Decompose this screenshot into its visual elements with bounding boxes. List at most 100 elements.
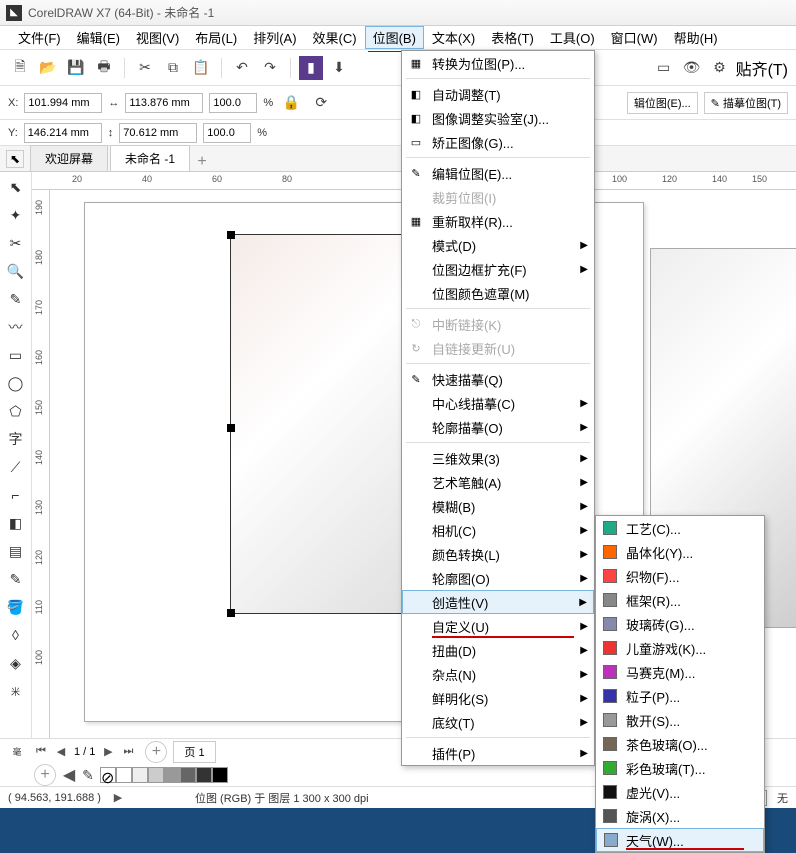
menu-item[interactable]: 轮廓描摹(O)▶ bbox=[402, 415, 594, 439]
edit-bitmap-button[interactable]: 辑位图(E)... bbox=[627, 92, 698, 114]
polygon-tool-icon[interactable]: ⬠ bbox=[5, 400, 27, 422]
redo-icon[interactable]: ↷ bbox=[258, 56, 282, 80]
transparency-icon[interactable]: ▤ bbox=[5, 540, 27, 562]
fill-tool-icon[interactable]: 🪣 bbox=[5, 596, 27, 618]
menu-file[interactable]: 文件(F) bbox=[10, 26, 69, 49]
ellipse-tool-icon[interactable]: ◯ bbox=[5, 372, 27, 394]
menu-item[interactable]: ◧自动调整(T) bbox=[402, 82, 594, 106]
y-position-input[interactable] bbox=[24, 123, 102, 143]
width-input[interactable] bbox=[125, 93, 203, 113]
menu-tools[interactable]: 工具(O) bbox=[542, 26, 603, 49]
last-page-icon[interactable]: ⏭ bbox=[121, 745, 135, 758]
play-icon[interactable]: ▶ bbox=[111, 791, 125, 804]
tab-welcome[interactable]: 欢迎屏幕 bbox=[30, 145, 108, 171]
menu-arrange[interactable]: 排列(A) bbox=[245, 26, 304, 49]
zoom-tool-icon[interactable]: 🔍 bbox=[5, 260, 27, 282]
artistic-media-icon[interactable]: 〰 bbox=[5, 316, 27, 338]
submenu-item[interactable]: 彩色玻璃(T)... bbox=[596, 756, 764, 780]
submenu-item[interactable]: 散开(S)... bbox=[596, 708, 764, 732]
pick-tool-icon[interactable]: ⬉ bbox=[6, 150, 24, 168]
parallel-dim-icon[interactable]: ⟋ bbox=[5, 456, 27, 478]
menu-item[interactable]: 轮廓图(O)▶ bbox=[402, 566, 594, 590]
menu-item[interactable]: 艺术笔触(A)▶ bbox=[402, 470, 594, 494]
menu-item[interactable]: 模式(D)▶ bbox=[402, 233, 594, 257]
menu-item[interactable]: 扭曲(D)▶ bbox=[402, 638, 594, 662]
connector-icon[interactable]: ⌐ bbox=[5, 484, 27, 506]
scale-y-input[interactable] bbox=[203, 123, 251, 143]
import-icon[interactable]: ⬇ bbox=[327, 56, 351, 80]
color-swatch[interactable] bbox=[132, 767, 148, 783]
menu-item[interactable]: ▭矫正图像(G)... bbox=[402, 130, 594, 154]
menu-item[interactable]: ✎快速描摹(Q) bbox=[402, 367, 594, 391]
rectangle-tool-icon[interactable]: ▭ bbox=[5, 344, 27, 366]
submenu-item[interactable]: 虚光(V)... bbox=[596, 780, 764, 804]
color-swatch[interactable] bbox=[116, 767, 132, 783]
submenu-item[interactable]: 晶体化(Y)... bbox=[596, 540, 764, 564]
text-tool-icon[interactable]: 字 bbox=[5, 428, 27, 450]
submenu-item[interactable]: 织物(F)... bbox=[596, 564, 764, 588]
print-icon[interactable]: 🖶 bbox=[92, 56, 116, 80]
menu-table[interactable]: 表格(T) bbox=[483, 26, 542, 49]
menu-item[interactable]: ▦转换为位图(P)... bbox=[402, 51, 594, 75]
add-page-button[interactable]: + bbox=[145, 741, 167, 763]
eyedropper-icon[interactable]: ✎ bbox=[5, 568, 27, 590]
freehand-tool-icon[interactable]: ✎ bbox=[5, 288, 27, 310]
pick-tool-icon[interactable]: ⬉ bbox=[5, 176, 27, 198]
menu-item[interactable]: 鲜明化(S)▶ bbox=[402, 686, 594, 710]
menu-effects[interactable]: 效果(C) bbox=[305, 26, 365, 49]
copy-icon[interactable]: ⧉ bbox=[161, 56, 185, 80]
shape-tool-icon[interactable]: ✦ bbox=[5, 204, 27, 226]
menu-bitmap[interactable]: 位图(B) bbox=[365, 26, 424, 49]
menu-edit[interactable]: 编辑(E) bbox=[69, 26, 128, 49]
menu-item[interactable]: 杂点(N)▶ bbox=[402, 662, 594, 686]
menu-item[interactable]: ▦重新取样(R)... bbox=[402, 209, 594, 233]
crop-tool-icon[interactable]: ✂ bbox=[5, 232, 27, 254]
menu-item[interactable]: 自定义(U)▶ bbox=[402, 614, 594, 638]
menu-help[interactable]: 帮助(H) bbox=[666, 26, 726, 49]
page-tab[interactable]: 页 1 bbox=[173, 741, 215, 763]
submenu-item[interactable]: 工艺(C)... bbox=[596, 516, 764, 540]
open-icon[interactable]: 📂 bbox=[36, 56, 60, 80]
tab-document[interactable]: 未命名 -1 bbox=[110, 145, 190, 171]
submenu-item[interactable]: 玻璃砖(G)... bbox=[596, 612, 764, 636]
first-page-icon[interactable]: ⏮ bbox=[34, 745, 48, 758]
menu-item[interactable]: 中心线描摹(C)▶ bbox=[402, 391, 594, 415]
interactive-fill-icon[interactable]: ◈ bbox=[5, 652, 27, 674]
menu-item[interactable]: 插件(P)▶ bbox=[402, 741, 594, 765]
menu-layout[interactable]: 布局(L) bbox=[187, 26, 245, 49]
submenu-item[interactable]: 框架(R)... bbox=[596, 588, 764, 612]
ruler-unit-icon[interactable]: 米 bbox=[5, 680, 27, 702]
outline-tool-icon[interactable]: ◊ bbox=[5, 624, 27, 646]
submenu-item[interactable]: 马赛克(M)... bbox=[596, 660, 764, 684]
menu-window[interactable]: 窗口(W) bbox=[603, 26, 666, 49]
menu-item[interactable]: 底纹(T)▶ bbox=[402, 710, 594, 734]
fullscreen-icon[interactable]: ▭ bbox=[652, 56, 676, 80]
no-color-swatch[interactable]: ⊘ bbox=[100, 767, 116, 783]
preview-icon[interactable]: 👁 bbox=[680, 56, 704, 80]
menu-item[interactable]: 三维效果(3)▶ bbox=[402, 446, 594, 470]
scale-x-input[interactable] bbox=[209, 93, 257, 113]
snap-dropdown[interactable]: 贴齐(T) bbox=[736, 56, 788, 80]
menu-item[interactable]: 位图边框扩充(F)▶ bbox=[402, 257, 594, 281]
resize-handle[interactable] bbox=[227, 231, 235, 239]
lock-icon[interactable]: 🔒 bbox=[279, 91, 303, 115]
add-tab-button[interactable]: + bbox=[192, 153, 212, 171]
height-input[interactable] bbox=[119, 123, 197, 143]
color-swatch[interactable] bbox=[212, 767, 228, 783]
eyedropper-icon[interactable]: ✎ bbox=[76, 763, 100, 787]
add-color-button[interactable]: + bbox=[34, 764, 56, 786]
x-position-input[interactable] bbox=[24, 93, 102, 113]
submenu-item[interactable]: 粒子(P)... bbox=[596, 684, 764, 708]
menu-item[interactable]: 颜色转换(L)▶ bbox=[402, 542, 594, 566]
new-icon[interactable]: 🗎 bbox=[8, 56, 32, 80]
menu-item[interactable]: 相机(C)▶ bbox=[402, 518, 594, 542]
submenu-item[interactable]: 茶色玻璃(O)... bbox=[596, 732, 764, 756]
prev-page-icon[interactable]: ◀ bbox=[54, 745, 68, 758]
rotate-icon[interactable]: ⟳ bbox=[309, 91, 333, 115]
color-swatch[interactable] bbox=[180, 767, 196, 783]
submenu-item[interactable]: 旋涡(X)... bbox=[596, 804, 764, 828]
color-swatch[interactable] bbox=[148, 767, 164, 783]
menu-item[interactable]: 模糊(B)▶ bbox=[402, 494, 594, 518]
palette-prev-icon[interactable]: ◀ bbox=[62, 765, 76, 785]
color-swatch[interactable] bbox=[164, 767, 180, 783]
